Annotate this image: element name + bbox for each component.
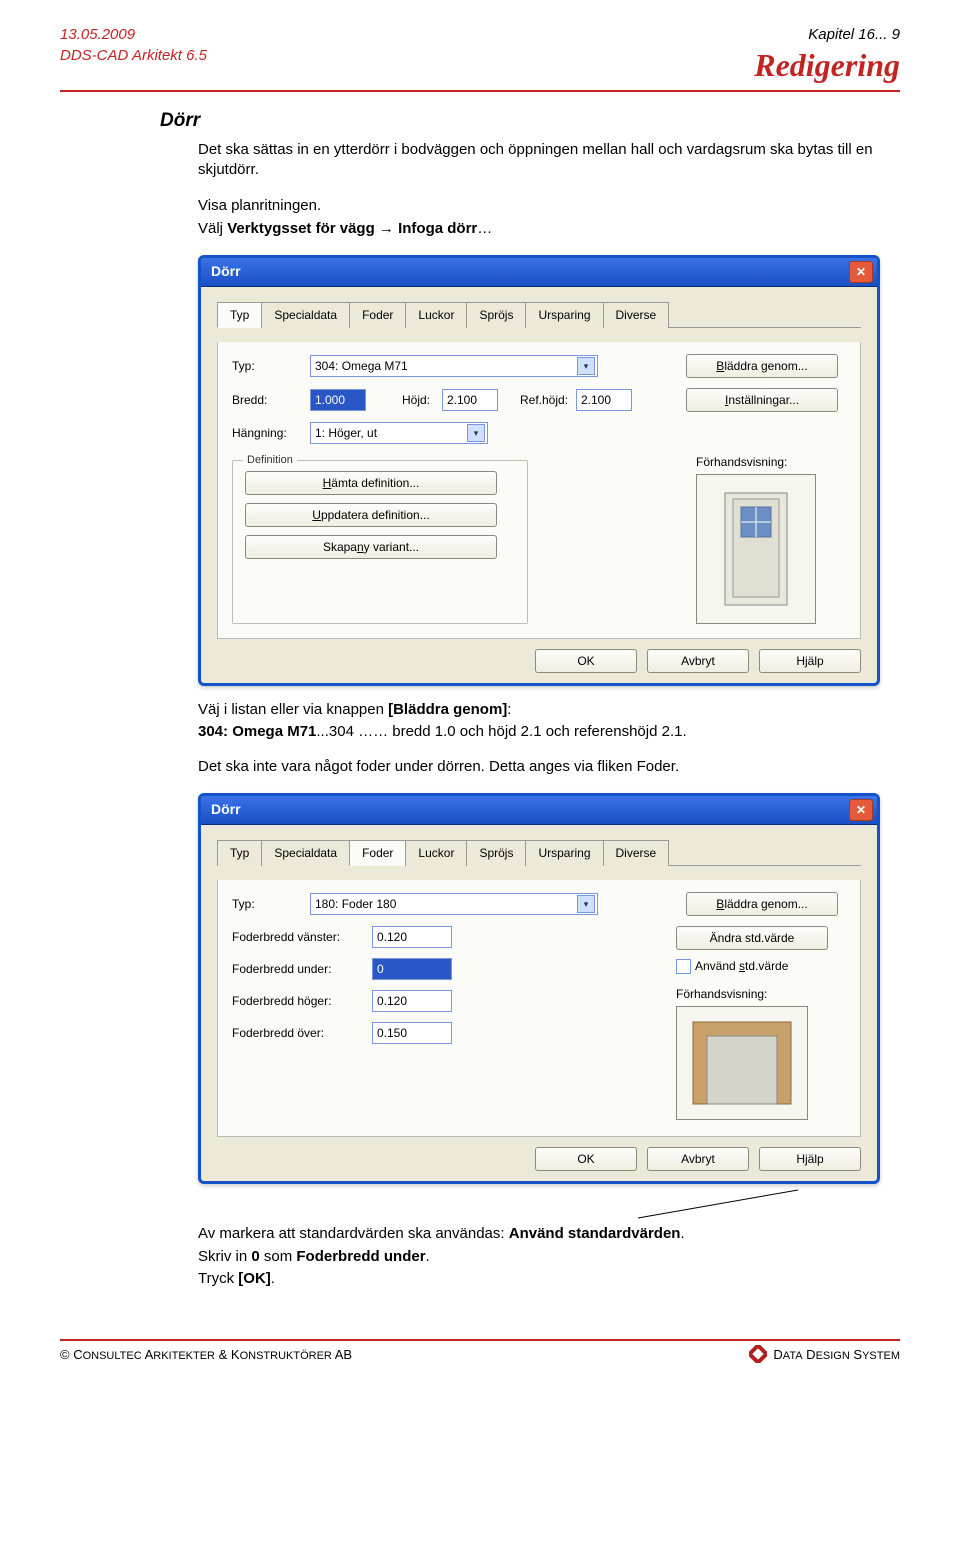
update-definition-button[interactable]: Uppdatera definition... (245, 503, 497, 527)
body-mid3: Det ska inte vara något foder under dörr… (198, 757, 880, 777)
hangning-value: 1: Höger, ut (315, 425, 377, 441)
typ-select[interactable]: 304: Omega M71 ▾ (310, 355, 598, 377)
header-date: 13.05.2009 (60, 24, 207, 45)
tab-ursparing[interactable]: Ursparing (525, 840, 603, 866)
help-button[interactable]: Hjälp (759, 1147, 861, 1171)
chevron-down-icon: ▾ (577, 357, 595, 375)
body-p1: Det ska sättas in en ytterdörr i bodvägg… (198, 140, 880, 181)
hojd-input[interactable]: 2.100 (442, 389, 498, 411)
preview-label: Förhandsvisning: (676, 986, 846, 1002)
foder-typ-select[interactable]: 180: Foder 180 ▾ (310, 893, 598, 915)
browse-button[interactable]: Bläddra genom... (686, 892, 838, 916)
browse-button[interactable]: Bläddra genom... (686, 354, 838, 378)
label-foderbredd-over: Foderbredd över: (232, 1025, 372, 1041)
label-bredd: Bredd: (232, 392, 310, 408)
label-hojd: Höjd: (402, 392, 442, 408)
header-title: Redigering (754, 43, 900, 88)
body-end2: Skriv in 0 som Foderbredd under. (198, 1247, 880, 1267)
foder-typ-value: 180: Foder 180 (315, 896, 396, 912)
help-button[interactable]: Hjälp (759, 649, 861, 673)
door-preview (696, 474, 816, 624)
foderbredd-under-input[interactable]: 0 (372, 958, 452, 980)
settings-button[interactable]: Inställningar... (686, 388, 838, 412)
tab-typ[interactable]: Typ (217, 840, 262, 866)
tab-typ[interactable]: Typ (217, 302, 262, 328)
tab-diverse[interactable]: Diverse (603, 840, 670, 866)
tab-strip: Typ Specialdata Foder Luckor Spröjs Ursp… (217, 301, 861, 328)
body-p2: Visa planritningen. (198, 196, 880, 216)
label-foderbredd-hoger: Foderbredd höger: (232, 993, 372, 1009)
callout-leader (198, 1198, 880, 1238)
tab-specialdata[interactable]: Specialdata (261, 840, 350, 866)
door-dialog-typ: Dörr ✕ Typ Specialdata Foder Luckor Sprö… (198, 255, 880, 686)
label-typ: Typ: (232, 896, 310, 912)
tab-strip: Typ Specialdata Foder Luckor Spröjs Ursp… (217, 839, 861, 866)
body-end3: Tryck [OK]. (198, 1269, 880, 1289)
header-chapter: Kapitel 16... 9 (754, 24, 900, 45)
fetch-definition-button[interactable]: Hämta definition... (245, 471, 497, 495)
tab-specialdata[interactable]: Specialdata (261, 302, 350, 328)
bredd-input[interactable]: 1.000 (310, 389, 366, 411)
preview-label: Förhandsvisning: (696, 454, 846, 470)
tab-foder[interactable]: Foder (349, 840, 406, 866)
chevron-down-icon: ▾ (467, 424, 485, 442)
label-refhojd: Ref.höjd: (520, 392, 576, 408)
page-footer: © CONSULTEC ARKITEKTER & KONSTRUKTÖRER A… (0, 1345, 960, 1373)
create-variant-button[interactable]: Skapa ny variant... (245, 535, 497, 559)
dialog-title-text: Dörr (211, 800, 241, 819)
tab-sprojs[interactable]: Spröjs (466, 302, 526, 328)
definition-group-title: Definition (243, 453, 297, 468)
dialog-titlebar: Dörr ✕ (201, 796, 877, 825)
tab-luckor[interactable]: Luckor (405, 840, 467, 866)
label-hangning: Hängning: (232, 425, 310, 441)
page-header: 13.05.2009 DDS-CAD Arkitekt 6.5 Kapitel … (60, 24, 900, 88)
label-foderbredd-under: Foderbredd under: (232, 961, 372, 977)
foderbredd-over-input[interactable]: 0.150 (372, 1022, 452, 1044)
chevron-down-icon: ▾ (577, 895, 595, 913)
body-p3: Välj Verktygsset för vägg → Infoga dörr… (198, 219, 880, 239)
header-rule (60, 90, 900, 92)
use-std-checkbox[interactable]: Använd std.värde (676, 958, 788, 974)
checkbox-icon (676, 959, 691, 974)
ok-button[interactable]: OK (535, 649, 637, 673)
cancel-button[interactable]: Avbryt (647, 1147, 749, 1171)
definition-group: Definition Hämta definition... Uppdatera… (232, 460, 528, 624)
label-typ: Typ: (232, 358, 310, 374)
cancel-button[interactable]: Avbryt (647, 649, 749, 673)
body-mid2: 304: Omega M71...304 …… bredd 1.0 och hö… (198, 722, 880, 742)
tab-sprojs[interactable]: Spröjs (466, 840, 526, 866)
dialog-title-text: Dörr (211, 262, 241, 281)
typ-value: 304: Omega M71 (315, 358, 408, 374)
tab-luckor[interactable]: Luckor (405, 302, 467, 328)
tab-ursparing[interactable]: Ursparing (525, 302, 603, 328)
header-product: DDS-CAD Arkitekt 6.5 (60, 45, 207, 66)
foderbredd-hoger-input[interactable]: 0.120 (372, 990, 452, 1012)
ok-button[interactable]: OK (535, 1147, 637, 1171)
footer-left: © CONSULTEC ARKITEKTER & KONSTRUKTÖRER A… (60, 1347, 352, 1362)
footer-rule (60, 1339, 900, 1341)
close-icon[interactable]: ✕ (849, 799, 873, 821)
foder-preview (676, 1006, 808, 1120)
label-foderbredd-vanster: Foderbredd vänster: (232, 929, 372, 945)
footer-right: DATA DESIGN SYSTEM (749, 1345, 900, 1363)
dds-logo-icon (749, 1345, 767, 1363)
refhojd-input[interactable]: 2.100 (576, 389, 632, 411)
foderbredd-vanster-input[interactable]: 0.120 (372, 926, 452, 948)
section-heading: Dörr (160, 110, 880, 132)
close-icon[interactable]: ✕ (849, 261, 873, 283)
change-std-button[interactable]: Ändra std.värde (676, 926, 828, 950)
tab-foder[interactable]: Foder (349, 302, 406, 328)
dialog-titlebar: Dörr ✕ (201, 258, 877, 287)
hangning-select[interactable]: 1: Höger, ut ▾ (310, 422, 488, 444)
body-mid1: Väj i listan eller via knappen [Bläddra … (198, 700, 880, 720)
tab-diverse[interactable]: Diverse (603, 302, 670, 328)
door-dialog-foder: Dörr ✕ Typ Specialdata Foder Luckor Sprö… (198, 793, 880, 1184)
